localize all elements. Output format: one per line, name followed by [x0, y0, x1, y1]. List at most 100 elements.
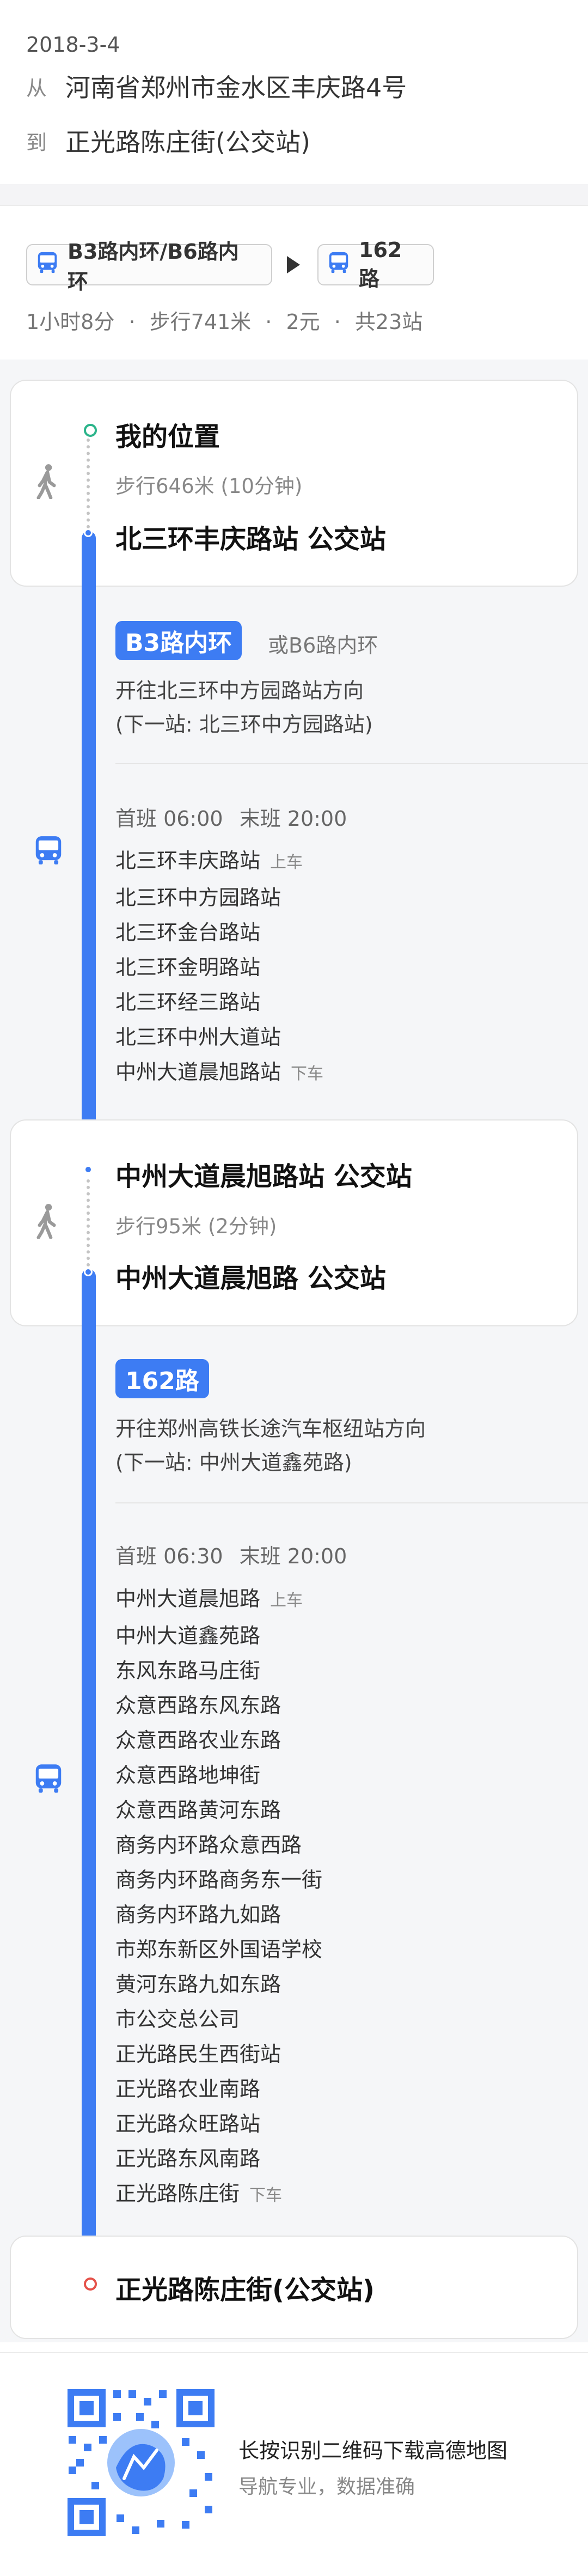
destination-row[interactable]: 到 正光路陈庄街(公交站)	[26, 123, 310, 159]
stop-name: 商务内环路众意西路	[115, 1833, 302, 1857]
stop-item[interactable]: 正光路陈庄街 下车	[115, 2176, 322, 2213]
stop-item[interactable]: 北三环金台路站	[115, 915, 323, 950]
stop-item[interactable]: 正光路众旺路站	[115, 2106, 322, 2141]
alight-station-1[interactable]: 中州大道晨旭路站 公交站	[115, 1155, 412, 1193]
stop-item[interactable]: 众意西路地坤街	[115, 1758, 322, 1793]
start-point-dot	[84, 424, 97, 437]
stop-name: 正光路东风南路	[115, 2147, 261, 2171]
stop-item[interactable]: 市郑东新区外国语学校	[115, 1932, 322, 1967]
origin-address: 河南省郑州市金水区丰庆路4号	[65, 73, 407, 102]
board-station-2[interactable]: 中州大道晨旭路 公交站	[115, 1257, 386, 1295]
bus-route-line-2	[82, 1269, 96, 2282]
divider	[0, 205, 588, 206]
stop-item[interactable]: 商务内环路商务东一街	[115, 1862, 322, 1897]
stop-name: 北三环中州大道站	[115, 1025, 281, 1049]
route-line-1-label: B3路内环/B6路内环	[68, 240, 239, 294]
first-bus: 首班 06:30	[115, 1544, 223, 1568]
stop-item[interactable]: 市公交总公司	[115, 2002, 322, 2037]
stop-name: 东风东路马庄街	[115, 1659, 261, 1683]
stop-item[interactable]: 北三环中方园路站	[115, 880, 323, 915]
stop-name: 正光路民生西街站	[115, 2042, 281, 2066]
stop-item[interactable]: 北三环丰庆路站 上车	[115, 843, 323, 880]
stop-item[interactable]: 商务内环路众意西路	[115, 1828, 322, 1862]
stop-name: 市公交总公司	[115, 2007, 240, 2031]
stop-name: 正光路众旺路站	[115, 2112, 261, 2136]
stop-name: 众意西路地坤街	[115, 1763, 261, 1787]
divider	[0, 2352, 588, 2353]
start-title: 我的位置	[115, 422, 220, 452]
stop-list-2: 中州大道晨旭路 上车 中州大道鑫苑路 东风东路马庄街 众意西路东风东路 众意西路农业东路众…	[115, 1581, 322, 2213]
stop-name: 正光路农业南路	[115, 2077, 261, 2101]
bus-icon	[35, 250, 60, 280]
stop-name: 众意西路农业东路	[115, 1728, 281, 1752]
last-bus: 末班 20:00	[239, 1544, 347, 1568]
stop-name: 商务内环路九如路	[115, 1903, 281, 1927]
stop-item[interactable]: 北三环经三路站	[115, 985, 323, 1020]
stop-item[interactable]: 中州大道晨旭路站 下车	[115, 1055, 323, 1092]
destination-address: 正光路陈庄街(公交站)	[65, 127, 310, 157]
qr-code[interactable]	[64, 2386, 218, 2540]
stop-name: 正光路陈庄街	[115, 2182, 240, 2206]
separator: ·	[128, 310, 136, 334]
stop-item[interactable]: 北三环中州大道站	[115, 1020, 323, 1055]
bus-icon	[32, 833, 65, 869]
stop-item[interactable]: 中州大道晨旭路 上车	[115, 1581, 322, 1618]
line-badge-162[interactable]: 162路	[115, 1359, 209, 1398]
stop-item[interactable]: 北三环金明路站	[115, 950, 323, 985]
bus-route-line-1	[82, 531, 96, 1174]
walk-distance: 步行741米	[149, 310, 252, 334]
end-point-dot	[84, 2277, 97, 2291]
route-summary: 1小时8分 · 步行741米 · 2元 · 共23站	[26, 305, 422, 335]
stop-item[interactable]: 正光路农业南路	[115, 2072, 322, 2106]
separator: ·	[265, 310, 272, 334]
stop-name: 北三环中方园路站	[115, 886, 281, 910]
stop-tag: 下车	[249, 2186, 283, 2205]
stop-item[interactable]: 商务内环路九如路	[115, 1897, 322, 1932]
stop-name: 中州大道晨旭路	[115, 1587, 261, 1611]
walk-path	[87, 1179, 93, 1266]
stop-item[interactable]: 黄河东路九如东路	[115, 1967, 322, 2002]
stop-item[interactable]: 众意西路黄河东路	[115, 1793, 322, 1828]
direction: 开往北三环中方园路站方向	[115, 679, 364, 703]
qr-subtitle: 导航专业，数据准确	[238, 2476, 415, 2498]
board-point	[84, 1268, 93, 1276]
alternative-line: 或B6路内环	[268, 634, 378, 657]
direction: 开往郑州高铁长途汽车枢纽站方向	[115, 1417, 426, 1441]
stop-count: 共23站	[354, 310, 423, 334]
next-stop: (下一站: 中州大道鑫苑路)	[115, 1451, 352, 1475]
stop-name: 众意西路东风东路	[115, 1694, 281, 1718]
stop-name: 市郑东新区外国语学校	[115, 1938, 323, 1962]
bus-icon	[326, 250, 351, 280]
stop-name: 北三环金台路站	[115, 921, 261, 945]
route-line-chip-2[interactable]: 162路	[317, 238, 434, 291]
walk-info: 步行646米 (10分钟)	[115, 474, 303, 498]
stop-name: 中州大道晨旭路站	[115, 1060, 281, 1084]
stop-item[interactable]: 正光路东风南路	[115, 2141, 322, 2176]
last-bus: 末班 20:00	[239, 807, 347, 831]
alight-point	[84, 1165, 93, 1174]
qr-title: 长按识别二维码下载高德地图	[238, 2439, 508, 2463]
origin-label: 从	[26, 76, 47, 100]
bus-icon	[32, 1762, 65, 1798]
stop-name: 中州大道鑫苑路	[115, 1624, 261, 1648]
arrow-right-icon	[287, 256, 300, 273]
schedule: 首班 06:30 末班 20:00	[115, 1539, 347, 1569]
walk-icon	[35, 1203, 58, 1241]
stop-name: 黄河东路九如东路	[115, 1972, 281, 1996]
stop-item[interactable]: 正光路民生西街站	[115, 2037, 322, 2072]
stop-item[interactable]: 中州大道鑫苑路	[115, 1618, 322, 1653]
stop-list-1: 北三环丰庆路站 上车北三环中方园路站 北三环金台路站 北三环金明路站北三环经三路站北三…	[115, 843, 323, 1092]
stop-item[interactable]: 众意西路东风东路	[115, 1688, 322, 1723]
route-line-chip-1[interactable]: B3路内环/B6路内环	[26, 240, 272, 294]
end-title[interactable]: 正光路陈庄街(公交站)	[115, 2268, 375, 2306]
stop-name: 众意西路黄河东路	[115, 1798, 281, 1822]
walk-icon	[35, 463, 58, 501]
board-station-1[interactable]: 北三环丰庆路站 公交站	[115, 517, 386, 556]
stop-name: 北三环金明路站	[115, 955, 261, 979]
stop-tag: 上车	[270, 1591, 303, 1610]
stop-item[interactable]: 众意西路农业东路	[115, 1723, 322, 1758]
stop-item[interactable]: 东风东路马庄街	[115, 1653, 322, 1688]
origin-row[interactable]: 从 河南省郑州市金水区丰庆路4号	[26, 68, 407, 104]
section-separator	[0, 184, 588, 205]
line-badge-b3[interactable]: B3路内环	[115, 621, 242, 660]
